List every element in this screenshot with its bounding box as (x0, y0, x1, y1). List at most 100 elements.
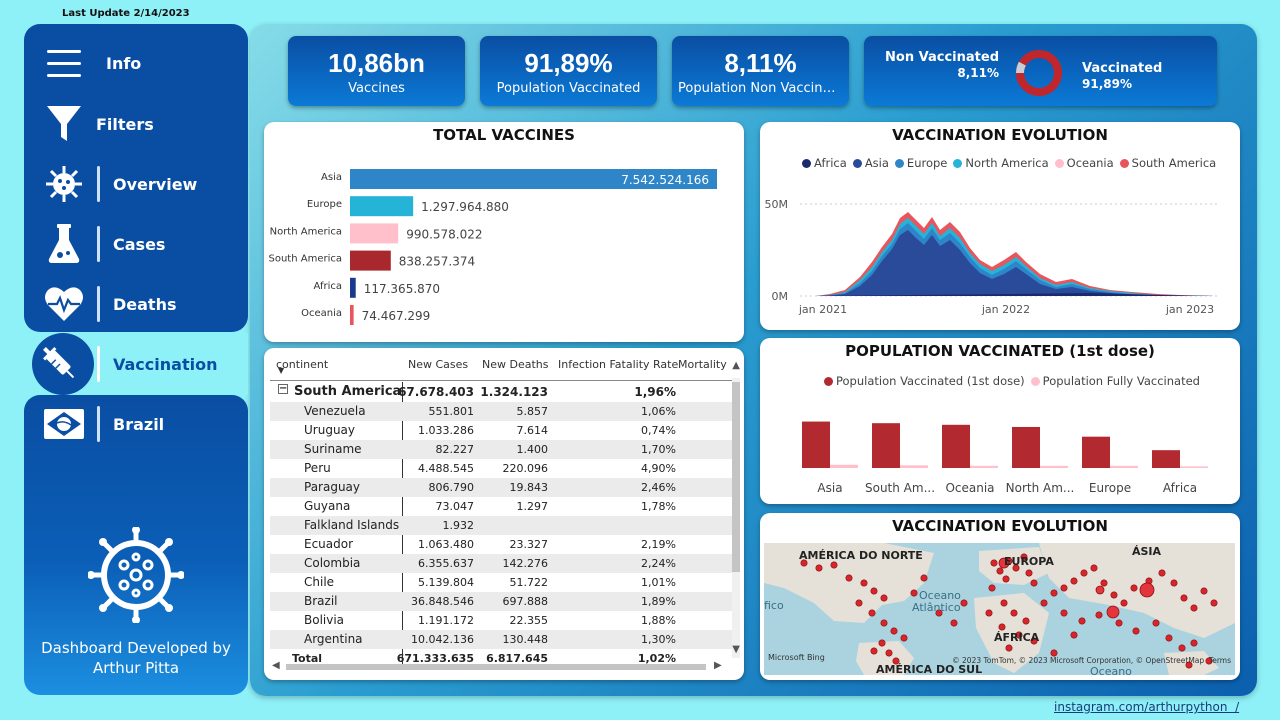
map-bubble[interactable] (900, 634, 908, 642)
map-bubble[interactable] (885, 649, 893, 657)
map-bubble[interactable] (880, 594, 888, 602)
map-bubble[interactable] (1190, 604, 1198, 612)
sort-arrow-icon[interactable]: ▼ (278, 366, 284, 375)
table-row[interactable]: Chile 5.139.804 51.722 1,01% (270, 573, 732, 592)
column-header[interactable]: Mortality (678, 358, 727, 371)
table-row[interactable]: Ecuador 1.063.480 23.327 2,19% (270, 535, 732, 554)
bar-fully-vaccinated[interactable] (1110, 465, 1138, 468)
map-bubble[interactable] (990, 559, 998, 567)
bar[interactable] (350, 196, 414, 217)
scroll-right-icon[interactable]: ▶ (714, 660, 722, 671)
map-bubble[interactable] (1070, 631, 1078, 639)
scroll-up-icon[interactable]: ▲ (732, 360, 740, 371)
map-bubble[interactable] (845, 574, 853, 582)
map-bubble[interactable] (860, 579, 868, 587)
scroll-down-icon[interactable]: ▼ (732, 644, 740, 655)
column-header[interactable]: Infection Fatality Rate (558, 358, 678, 371)
map-bubble[interactable] (920, 574, 928, 582)
nav-brazil[interactable]: Brazil (24, 394, 248, 454)
table-row[interactable]: Bolivia 1.191.172 22.355 1,88% (270, 611, 732, 630)
table-row[interactable]: Brazil 36.848.546 697.888 1,89% (270, 592, 732, 611)
column-header[interactable]: New Cases (408, 358, 468, 371)
map-attribution[interactable]: © 2023 TomTom, © 2023 Microsoft Corporat… (952, 656, 1231, 665)
bar-first-dose[interactable] (1152, 450, 1180, 468)
table-row[interactable]: Argentina 10.042.136 130.448 1,30% (270, 630, 732, 649)
nav-cases[interactable]: Cases (24, 214, 248, 274)
map-bubble[interactable] (1040, 599, 1048, 607)
map-bubble[interactable] (1000, 599, 1008, 607)
map-bubble[interactable] (1060, 609, 1068, 617)
bar-fully-vaccinated[interactable] (970, 465, 998, 468)
collapse-icon[interactable]: − (278, 384, 288, 394)
table-row[interactable]: Uruguay 1.033.286 7.614 0,74% (270, 421, 732, 440)
map-bubble[interactable] (1090, 564, 1098, 572)
table-group-row[interactable]: − South America 67.678.403 1.324.123 1,9… (270, 383, 732, 402)
instagram-link[interactable]: instagram.com/arthurpython / (1054, 700, 1239, 714)
map-bubble[interactable] (988, 584, 996, 592)
map-bubble[interactable] (1165, 634, 1173, 642)
map-bubble[interactable] (1110, 591, 1118, 599)
map-bubble[interactable] (1178, 644, 1186, 652)
map-bubble-large[interactable] (1106, 605, 1120, 619)
map-bubble[interactable] (1100, 579, 1108, 587)
map-bubble[interactable] (870, 587, 878, 595)
bar-first-dose[interactable] (802, 421, 830, 468)
bar[interactable] (350, 223, 399, 244)
bar-fully-vaccinated[interactable] (900, 465, 928, 468)
map-bubble[interactable] (880, 619, 888, 627)
map-bubble[interactable] (1005, 644, 1013, 652)
table-row[interactable]: Guyana 73.047 1.297 1,78% (270, 497, 732, 516)
map-bubble[interactable] (1120, 599, 1128, 607)
bar[interactable] (350, 250, 391, 271)
map-bubble[interactable] (1132, 627, 1140, 635)
donut-chart[interactable] (1014, 48, 1064, 98)
map-bubble[interactable] (1180, 594, 1188, 602)
map-bubble-large[interactable] (1139, 582, 1155, 598)
horizontal-scrollbar[interactable] (286, 664, 706, 670)
map-bubble[interactable] (868, 609, 876, 617)
map-bubble[interactable] (1002, 575, 1010, 583)
vertical-scrollbar[interactable] (732, 378, 740, 658)
bar-first-dose[interactable] (1082, 436, 1110, 468)
nav-info[interactable]: Info (24, 33, 248, 93)
map-bubble[interactable] (1050, 589, 1058, 597)
map-bubble[interactable] (890, 627, 898, 635)
map-bubble[interactable] (855, 599, 863, 607)
bar-fully-vaccinated[interactable] (830, 464, 858, 468)
table-row[interactable]: Suriname 82.227 1.400 1,70% (270, 440, 732, 459)
map-bubble[interactable] (950, 619, 958, 627)
map-bubble[interactable] (1170, 579, 1178, 587)
map-bubble[interactable] (1060, 584, 1068, 592)
map-bubble[interactable] (1070, 577, 1078, 585)
bar-first-dose[interactable] (942, 424, 970, 468)
map-bubble[interactable] (1130, 584, 1138, 592)
nav-deaths[interactable]: Deaths (24, 274, 248, 334)
nav-filters[interactable]: Filters (24, 94, 248, 154)
table-row[interactable]: Paraguay 806.790 19.843 2,46% (270, 478, 732, 497)
map-bubble[interactable] (1025, 569, 1033, 577)
map-bubble[interactable] (1010, 609, 1018, 617)
map-bubble[interactable] (1210, 599, 1218, 607)
map-canvas[interactable]: AMÉRICA DO NORTE EUROPA ÁSIA Oceano Atlâ… (764, 543, 1235, 675)
map-bubble[interactable] (1190, 639, 1198, 647)
map-bubble[interactable] (1152, 619, 1160, 627)
map-bubble[interactable] (1080, 569, 1088, 577)
nav-vaccination[interactable]: Vaccination (24, 334, 248, 394)
map-bubble[interactable] (1030, 579, 1038, 587)
map-bubble[interactable] (878, 639, 886, 647)
map-bubble[interactable] (1115, 619, 1123, 627)
map-bubble[interactable] (1095, 611, 1103, 619)
map-bubble[interactable] (998, 623, 1006, 631)
bar-fully-vaccinated[interactable] (1180, 466, 1208, 468)
table-row[interactable]: Colombia 6.355.637 142.276 2,24% (270, 554, 732, 573)
map-bubble-large[interactable] (1095, 585, 1105, 595)
bar-first-dose[interactable] (872, 423, 900, 468)
map-bubble[interactable] (1158, 569, 1166, 577)
scroll-left-icon[interactable]: ◀ (272, 660, 280, 671)
table-row[interactable]: Venezuela 551.801 5.857 1,06% (270, 402, 732, 421)
map-bubble[interactable] (1022, 617, 1030, 625)
bar-first-dose[interactable] (1012, 426, 1040, 468)
map-bubble[interactable] (1078, 617, 1086, 625)
map-bubble[interactable] (996, 567, 1004, 575)
map-bubble[interactable] (830, 561, 838, 569)
